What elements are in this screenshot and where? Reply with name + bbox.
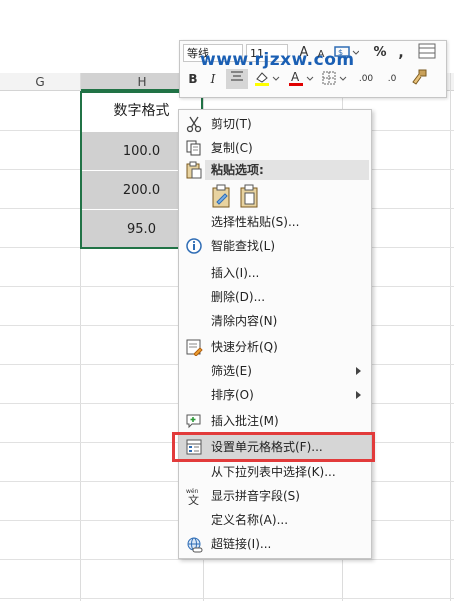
bold-button[interactable]: B (186, 69, 200, 89)
menu-label: 复制(C) (211, 141, 253, 155)
grid-line (0, 598, 454, 599)
column-header-g[interactable]: G (0, 73, 80, 91)
menu-label: 快速分析(Q) (211, 340, 278, 354)
decrease-decimal-button[interactable]: .0 (380, 69, 404, 89)
menu-label: 从下拉列表中选择(K)... (211, 465, 336, 479)
phonetic-icon: wén文 (186, 488, 199, 505)
submenu-arrow-icon (356, 391, 361, 399)
menu-item-quick-analysis[interactable]: 快速分析(Q) (179, 335, 371, 359)
paste-options-header: 粘贴选项: (205, 160, 369, 180)
menu-label: 清除内容(N) (211, 314, 278, 328)
menu-label: 插入批注(M) (211, 414, 279, 428)
paste-format-icon (212, 184, 230, 208)
menu-item-copy[interactable]: 复制(C) (179, 136, 371, 160)
menu-item-paste-special[interactable]: 选择性粘贴(S)... (179, 210, 371, 234)
font-color-letter: A (291, 70, 300, 84)
cell-style-button[interactable]: $ (332, 43, 360, 63)
scissors-icon (186, 116, 202, 133)
paste-buttons-row (179, 182, 371, 210)
table-format-icon (418, 43, 436, 59)
increase-decimal-button[interactable]: .00 (354, 69, 378, 89)
copy-icon (186, 140, 201, 156)
paste-icon (186, 161, 202, 179)
decrease-font-button[interactable]: A (314, 45, 328, 65)
hyperlink-icon (187, 537, 203, 553)
paste-values-icon (240, 184, 258, 208)
paste-keep-formatting-button[interactable] (211, 184, 233, 208)
borders-button[interactable] (320, 69, 350, 89)
quick-analysis-icon (186, 339, 203, 356)
cell-value: 200.0 (122, 183, 161, 198)
align-center-button[interactable] (226, 69, 248, 89)
format-table-button[interactable] (416, 43, 438, 63)
font-color-button[interactable]: A (286, 69, 316, 89)
cell-value: 100.0 (122, 144, 161, 159)
italic-button[interactable]: I (206, 69, 220, 89)
info-lookup-icon (186, 238, 202, 254)
increase-font-button[interactable]: A (296, 43, 312, 63)
menu-label: 显示拼音字段(S) (211, 489, 300, 503)
menu-item-hyperlink[interactable]: 超链接(I)... (179, 532, 371, 556)
menu-label: 选择性粘贴(S)... (211, 215, 300, 229)
percent-button[interactable]: % (372, 43, 388, 63)
menu-item-clear-contents[interactable]: 清除内容(N) (179, 309, 371, 333)
menu-item-sort[interactable]: 排序(O) (179, 383, 371, 407)
menu-label: 粘贴选项: (211, 163, 264, 177)
grid-line (450, 73, 451, 601)
phonetic-icon-char: 文 (188, 493, 199, 505)
menu-label: 超链接(I)... (211, 537, 272, 551)
column-label-g: G (35, 75, 45, 89)
menu-item-define-name[interactable]: 定义名称(A)... (179, 508, 371, 532)
paste-values-button[interactable] (239, 184, 261, 208)
menu-label: 删除(D)... (211, 290, 266, 304)
menu-label: 排序(O) (211, 388, 254, 402)
highlight-annotation (172, 432, 375, 462)
comment-icon (186, 414, 201, 429)
borders-icon (322, 71, 347, 85)
font-color-icon: A (289, 70, 314, 86)
menu-label: 剪切(T) (211, 117, 252, 131)
currency-format-icon: $ (334, 46, 360, 57)
fill-color-button[interactable] (252, 69, 282, 89)
cell-value: 95.0 (127, 222, 156, 237)
svg-text:$: $ (338, 48, 343, 57)
grid-line (0, 559, 454, 560)
cell-value: 数字格式 (113, 103, 170, 119)
mini-toolbar: 等线 11 www.rjzxw.com A A $ % , B I A .00 … (179, 40, 447, 98)
menu-item-cut[interactable]: 剪切(T) (179, 112, 371, 136)
format-painter-icon (412, 69, 427, 85)
comma-style-button[interactable]: , (394, 43, 408, 63)
menu-label: 定义名称(A)... (211, 513, 289, 527)
align-center-icon (231, 71, 243, 81)
menu-item-filter[interactable]: 筛选(E) (179, 359, 371, 383)
menu-item-smart-lookup[interactable]: 智能查找(L) (179, 234, 371, 258)
menu-item-phonetic[interactable]: wén 文 显示拼音字段(S) (179, 484, 371, 508)
submenu-arrow-icon (356, 367, 361, 375)
menu-label: 插入(I)... (211, 266, 260, 280)
fill-bucket-icon (255, 72, 280, 86)
menu-item-insert[interactable]: 插入(I)... (179, 261, 371, 285)
format-painter-button[interactable] (408, 69, 430, 89)
menu-item-insert-comment[interactable]: 插入批注(M) (179, 409, 371, 433)
context-menu: 剪切(T) 复制(C) 粘贴选项: 选择性粘贴(S)... 智能查找(L) 插入… (178, 109, 372, 559)
menu-item-pick-from-list[interactable]: 从下拉列表中选择(K)... (179, 460, 371, 484)
menu-label: 智能查找(L) (211, 239, 276, 253)
menu-item-delete[interactable]: 删除(D)... (179, 285, 371, 309)
menu-label: 筛选(E) (211, 364, 252, 378)
